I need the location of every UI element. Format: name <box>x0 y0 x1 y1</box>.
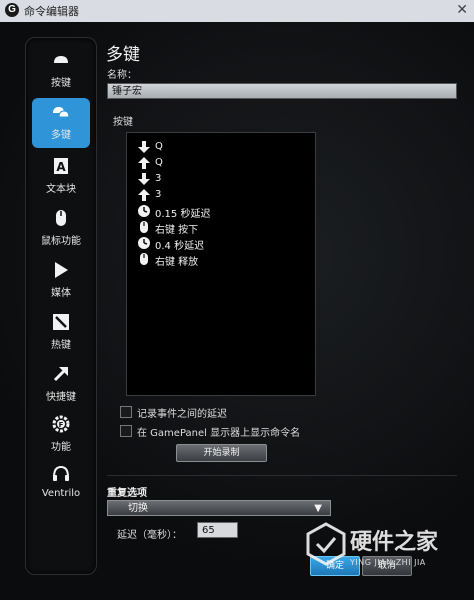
svg-text:F: F <box>59 421 64 429</box>
gamepanel-label: 在 GamePanel 显示器上显示命令名 <box>137 428 301 439</box>
repeat-select[interactable]: 切换 ▼ <box>107 500 331 516</box>
arrow-down-icon <box>138 141 150 153</box>
multi-key-icon <box>53 107 70 118</box>
name-field[interactable]: 锤子宏 <box>107 83 457 99</box>
watermark: 硬件之家 YING JIAN ZHI JIA <box>300 520 470 580</box>
sidebar-item-media[interactable]: 媒体 <box>26 256 96 306</box>
record-delays-label: 记录事件之间的延迟 <box>137 409 227 420</box>
function-gear-icon: F <box>52 415 70 433</box>
sidebar-item-label: 功能 <box>51 442 71 453</box>
sidebar-item-text-block[interactable]: A 文本块 <box>26 152 96 202</box>
close-icon[interactable]: ✕ <box>456 2 468 18</box>
sidebar-item-mouse-function[interactable]: 鼠标功能 <box>26 204 96 254</box>
sidebar-item-hotkey[interactable]: 热键 <box>26 308 96 358</box>
sidebar-item-shortcut[interactable]: 快捷键 <box>26 360 96 410</box>
play-icon <box>55 262 68 278</box>
watermark-subtext: YING JIAN ZHI JIA <box>350 558 426 567</box>
watermark-text: 硬件之家 <box>350 530 439 555</box>
mouse-icon <box>140 253 148 265</box>
repeat-options-label: 重复选项 <box>107 488 147 499</box>
svg-text:A: A <box>56 160 66 174</box>
mouse-icon <box>140 221 148 233</box>
text-block-icon: A <box>54 158 68 174</box>
chevron-down-icon: ▼ <box>314 503 322 514</box>
key-event-text: 3 <box>155 173 162 184</box>
keys-label: 按键 <box>113 117 133 128</box>
logitech-logo-icon: G <box>5 3 19 17</box>
key-event-list[interactable]: Q Q 3 3 0.15 秒延迟 右键 按下 0.4 秒延迟 右键 释放 <box>126 132 316 396</box>
key-event-text: 0.4 秒延迟 <box>155 241 205 252</box>
delay-field[interactable]: 65 <box>197 522 238 538</box>
window-title: 命令编辑器 <box>24 5 79 18</box>
delay-label: 延迟（毫秒）： <box>117 530 182 541</box>
shortcut-arrow-icon <box>53 367 68 382</box>
sidebar-item-label: 按键 <box>51 78 71 89</box>
name-label: 名称： <box>107 70 137 81</box>
mouse-icon <box>56 210 66 226</box>
sidebar: 按键 多键 A 文本块 鼠标功能 媒体 热键 快捷键 F 功能 Ventrilo <box>25 37 97 575</box>
arrow-up-icon <box>138 157 150 169</box>
sidebar-item-label: 多键 <box>51 130 71 141</box>
sidebar-item-label: 热键 <box>51 340 71 351</box>
key-icon <box>54 56 68 63</box>
arrow-down-icon <box>138 173 150 185</box>
key-event-text: Q <box>155 141 163 152</box>
clock-icon <box>138 237 150 249</box>
divider <box>107 475 457 476</box>
sidebar-item-label: 文本块 <box>46 184 76 195</box>
key-event-text: 右键 按下 <box>155 225 199 236</box>
hotkey-icon <box>53 314 69 330</box>
watermark-logo-icon <box>306 522 346 566</box>
key-event-text: Q <box>155 157 163 168</box>
headset-icon <box>53 465 69 481</box>
sidebar-item-label: 媒体 <box>51 288 71 299</box>
start-recording-button[interactable]: 开始录制 <box>176 444 267 462</box>
clock-icon <box>138 205 150 217</box>
sidebar-item-label: 鼠标功能 <box>41 236 81 247</box>
page-title: 多键 <box>106 45 140 65</box>
sidebar-item-ventrilo[interactable]: Ventrilo <box>26 460 96 510</box>
sidebar-item-label: Ventrilo <box>41 488 81 499</box>
key-event-text: 右键 释放 <box>155 257 199 268</box>
sidebar-item-key[interactable]: 按键 <box>26 46 96 96</box>
sidebar-item-multi-key[interactable]: 多键 <box>32 98 90 148</box>
key-event-text: 3 <box>155 189 162 200</box>
record-delays-checkbox[interactable] <box>120 406 132 418</box>
key-event-text: 0.15 秒延迟 <box>155 209 211 220</box>
gamepanel-checkbox[interactable] <box>120 425 132 437</box>
sidebar-item-function[interactable]: F 功能 <box>26 410 96 460</box>
repeat-select-value: 切换 <box>128 503 148 514</box>
arrow-up-icon <box>138 189 150 201</box>
sidebar-item-label: 快捷键 <box>46 392 76 403</box>
title-bar: G 命令编辑器 ✕ <box>0 0 474 23</box>
